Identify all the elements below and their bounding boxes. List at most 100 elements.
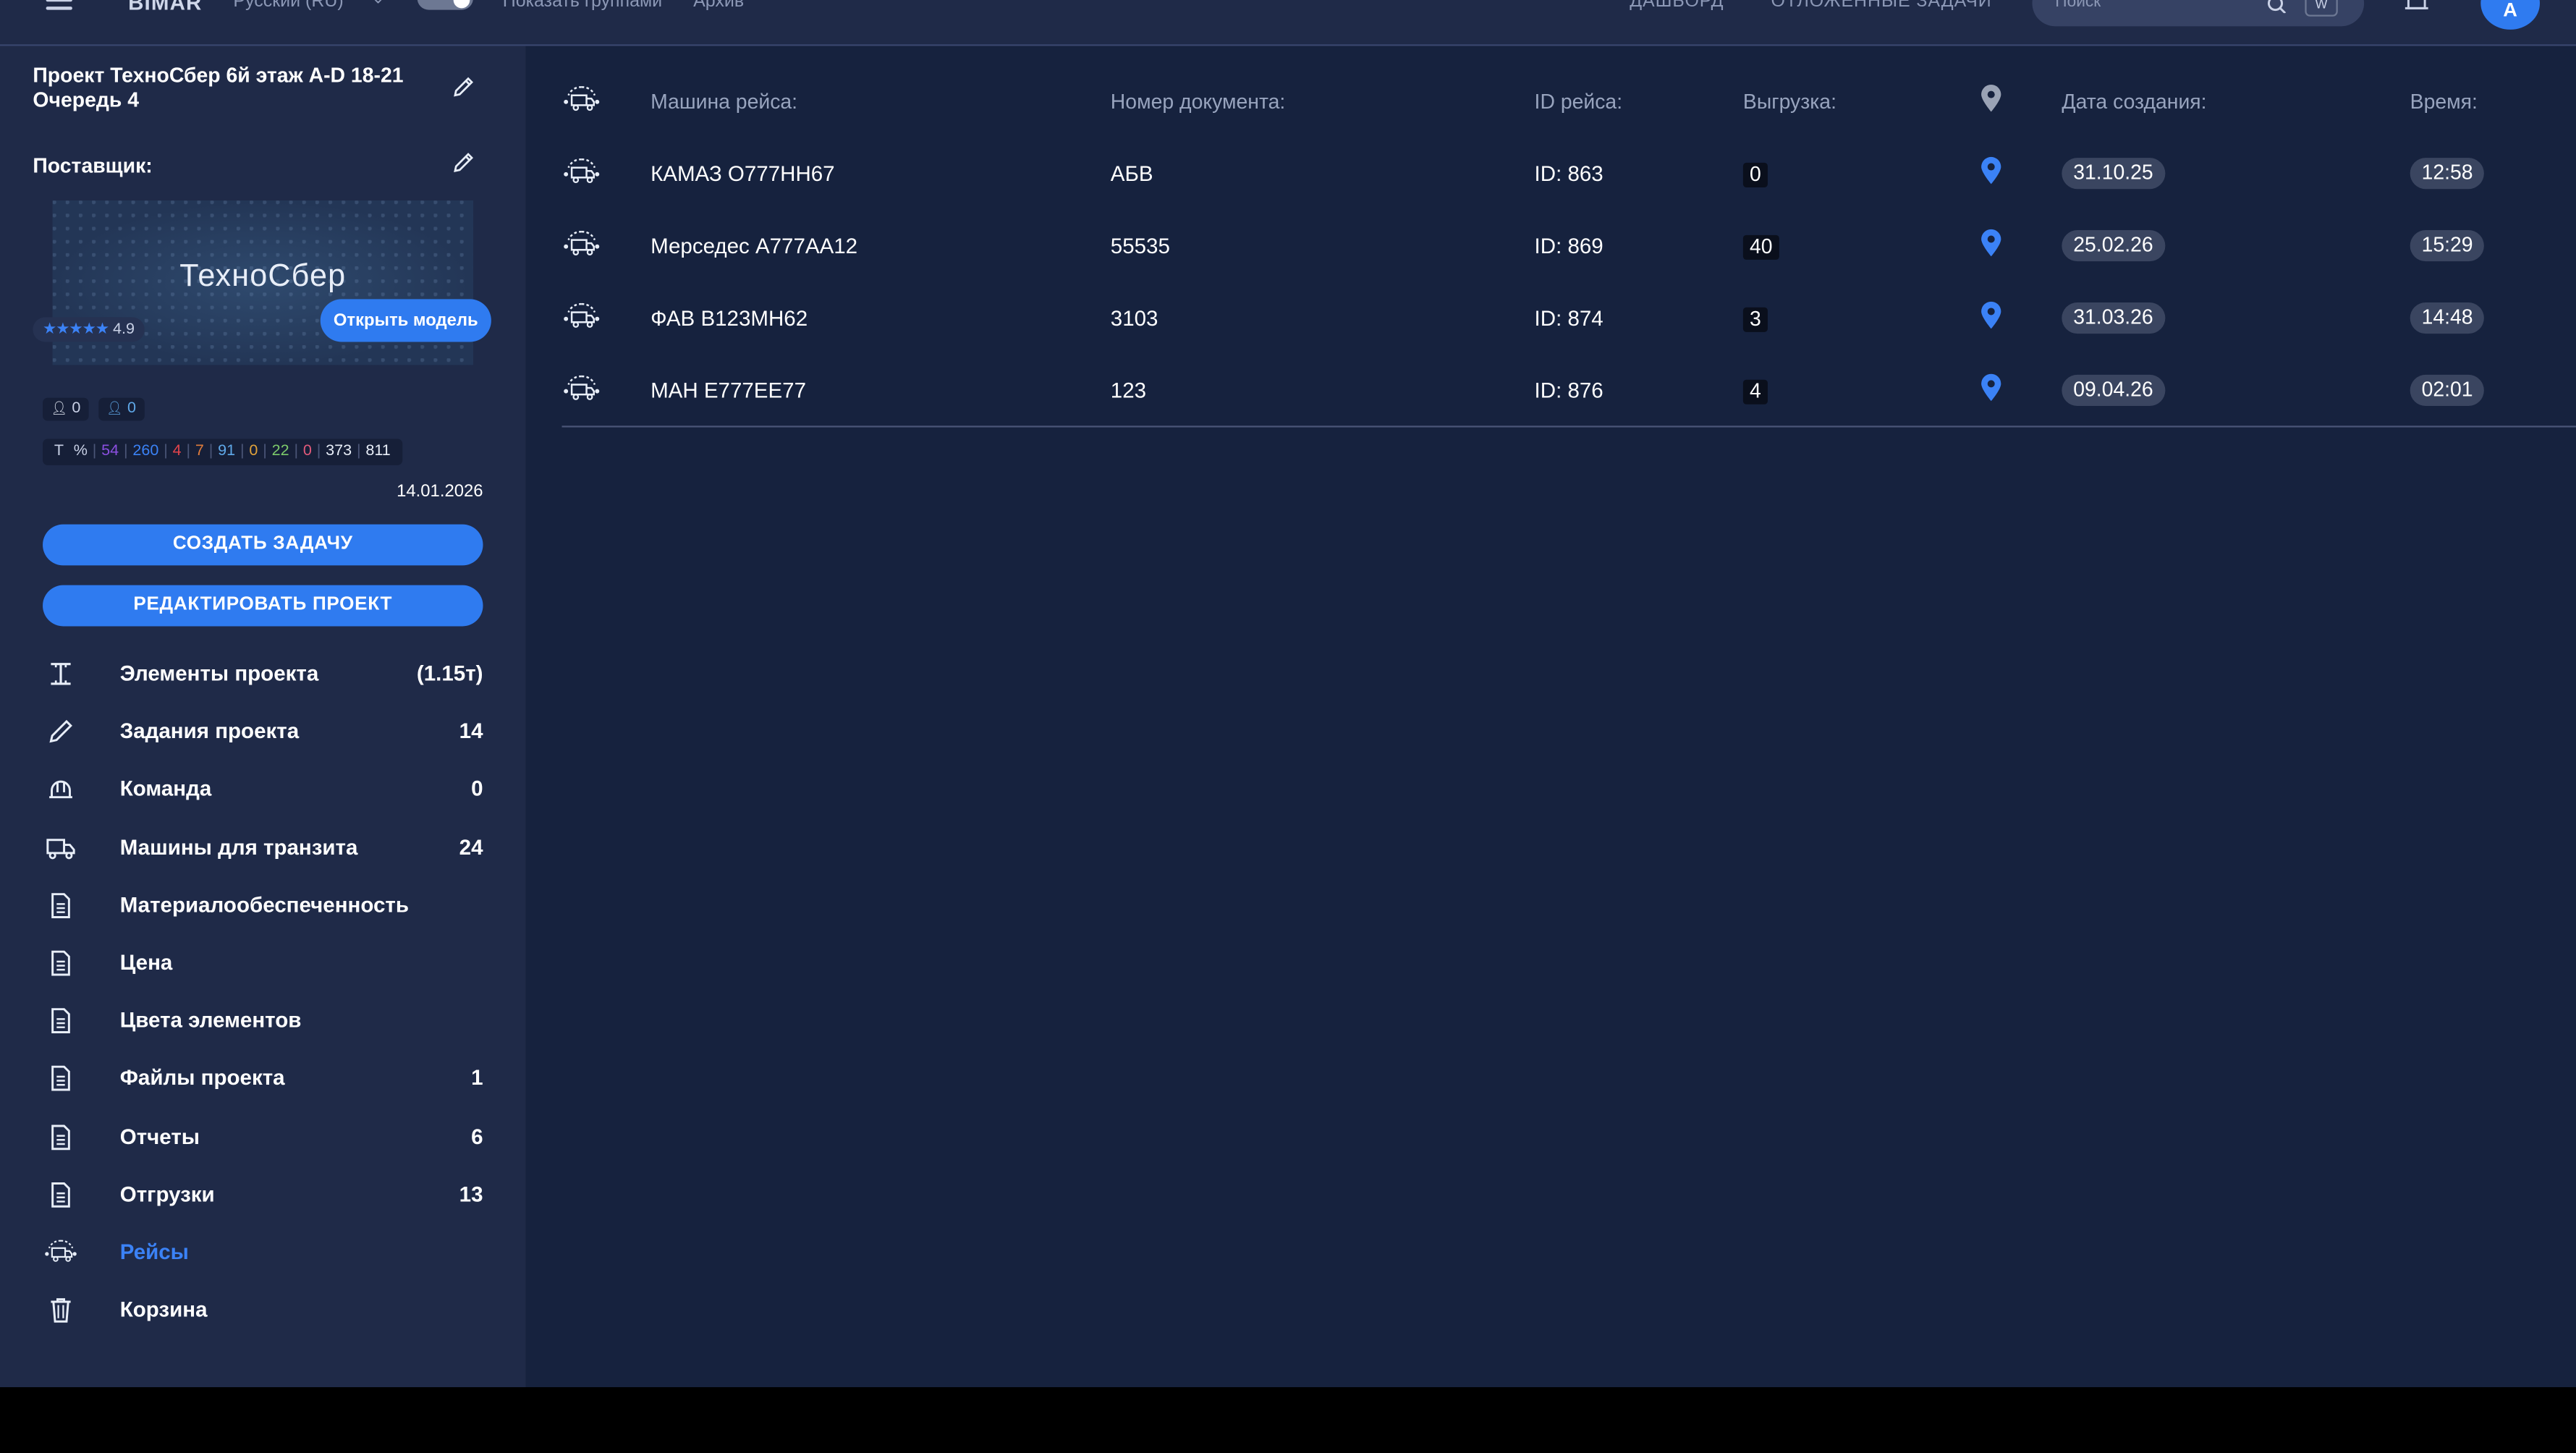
truck-route-icon[interactable] <box>562 375 601 404</box>
cell-unload: 40 <box>1742 234 1779 260</box>
document-icon <box>51 892 70 918</box>
cell-created-date: 31.10.25 <box>2062 158 2165 190</box>
location-pin-icon <box>1981 84 2001 112</box>
truck-route-icon <box>562 85 601 115</box>
sidebar-item-label: Отчеты <box>119 1123 200 1148</box>
hamburger-menu-icon[interactable] <box>46 0 72 10</box>
open-model-button[interactable]: Открыть модель <box>320 299 491 342</box>
time-pill: 14:48 <box>2410 302 2485 334</box>
cell-trip-id: ID: 869 <box>1534 233 1603 258</box>
sidebar-item-11[interactable]: Рейсы <box>33 1228 493 1277</box>
bell-icon[interactable] <box>2402 0 2431 12</box>
cell-trip-id: ID: 863 <box>1534 161 1603 186</box>
sidebar-item-6[interactable]: Цена <box>33 939 493 988</box>
cell-vehicle[interactable]: ФАВ В123МН62 <box>651 305 808 330</box>
group-toggle-label[interactable]: Показать группами <box>503 0 662 12</box>
sidebar-item-count: 1 <box>471 1065 483 1090</box>
edit-project-button[interactable]: РЕДАКТИРОВАТЬ ПРОЕКТ <box>43 585 483 627</box>
search-input[interactable] <box>2055 0 2253 12</box>
sidebar-item-5[interactable]: Материалообеспеченность <box>33 881 493 930</box>
cell-trip-id: ID: 876 <box>1534 378 1603 403</box>
date-pill: 31.03.26 <box>2062 302 2165 334</box>
language-select[interactable]: Русский (RU) <box>233 0 343 12</box>
sidebar-item-1[interactable]: Элементы проекта (1.15т) <box>33 649 493 698</box>
stat-value: 811 <box>365 442 391 461</box>
truck-route-icon[interactable] <box>562 302 601 332</box>
cell-trip-id: ID: 874 <box>1534 305 1603 331</box>
edit-project-pencil-icon[interactable] <box>450 74 476 100</box>
rating-badge: ★★★★★ 4.9 <box>33 317 145 342</box>
top-bar: BIMAR Русский (RU) ⌄ Показать группами А… <box>0 0 2576 46</box>
location-pin-icon[interactable] <box>1980 373 2003 403</box>
people-count: 0 <box>72 399 81 418</box>
supplier-label: Поставщик: <box>33 154 153 178</box>
document-icon <box>51 950 70 976</box>
people-badges: 👤︎ 0 👤︎ 0 <box>43 397 149 421</box>
trips-table-area: Машина рейса: Номер документа: ID рейса:… <box>525 46 2576 1388</box>
search-icon[interactable] <box>2266 0 2289 14</box>
truck-icon <box>46 838 75 859</box>
sidebar-item-8[interactable]: Файлы проекта 1 <box>33 1054 493 1103</box>
truck-route-icon[interactable] <box>562 230 601 260</box>
nav-dashboard-link[interactable]: ДАШБОРД <box>1630 0 1724 12</box>
archive-link[interactable]: Архив <box>693 0 744 12</box>
truck-route-icon[interactable] <box>562 158 601 187</box>
cell-document: АБВ <box>1110 161 1153 186</box>
project-title: Проект ТехноСбер 6й этаж A-D 18-21 Очере… <box>33 64 404 112</box>
sidebar-item-count: 14 <box>459 719 483 744</box>
trash-icon <box>51 1298 71 1323</box>
bottom-strip <box>0 1387 2576 1453</box>
sidebar-item-3[interactable]: Команда 0 <box>33 765 493 814</box>
create-task-button[interactable]: СОЗДАТЬ ЗАДАЧУ <box>43 524 483 566</box>
sidebar-item-2[interactable]: Задания проекта 14 <box>33 707 493 756</box>
stat-value: 0 <box>302 442 312 461</box>
cell-unload: 3 <box>1742 305 1768 332</box>
sidebar-item-10[interactable]: Отгрузки 13 <box>33 1170 493 1219</box>
location-pin-icon[interactable] <box>1980 229 2003 258</box>
date-pill: 31.10.25 <box>2062 158 2165 190</box>
stat-value: 4 <box>172 442 182 461</box>
stat-value: 0 <box>249 442 258 461</box>
cell-vehicle[interactable]: Мерседес А777АА12 <box>651 234 857 258</box>
star-rating-icon: ★★★★★ <box>43 320 109 339</box>
sidebar-item-label: Задания проекта <box>119 719 300 744</box>
header-created-date: Дата создания: <box>2062 90 2207 114</box>
stat-value: T <box>54 442 64 461</box>
sidebar-item-7[interactable]: Цвета элементов <box>33 996 493 1046</box>
location-pin-icon[interactable] <box>1980 156 2003 186</box>
cell-document: 55535 <box>1110 233 1170 258</box>
sidebar-item-4[interactable]: Машины для транзита 24 <box>33 823 493 872</box>
user-avatar[interactable]: А <box>2480 0 2541 30</box>
header-unload: Выгрузка: <box>1742 90 1836 114</box>
search-box[interactable]: W <box>2032 0 2365 27</box>
stat-value: 260 <box>132 442 159 461</box>
time-pill: 15:29 <box>2410 230 2485 262</box>
i-beam-icon <box>51 663 71 685</box>
sidebar-item-9[interactable]: Отчеты 6 <box>33 1112 493 1161</box>
sidebar-item-label: Рейсы <box>119 1239 189 1264</box>
chevron-down-icon[interactable]: ⌄ <box>371 0 385 8</box>
table-divider <box>562 425 2576 428</box>
sidebar-item-count: (1.15т) <box>416 661 483 686</box>
hard-hat-icon <box>49 781 72 800</box>
sidebar-item-label: Файлы проекта <box>119 1065 285 1090</box>
stat-value: 54 <box>101 442 119 461</box>
cell-vehicle[interactable]: КАМАЗ О777НН67 <box>651 161 835 186</box>
stat-value: 7 <box>195 442 204 461</box>
location-pin-icon[interactable] <box>1980 301 2003 331</box>
cell-vehicle[interactable]: МАН Е777ЕЕ77 <box>651 378 806 402</box>
truck-route-icon <box>41 1240 80 1266</box>
edit-supplier-pencil-icon[interactable] <box>450 150 476 176</box>
person-icon: 👤︎ <box>51 401 68 416</box>
sidebar-item-12[interactable]: Корзина <box>33 1286 493 1335</box>
cell-time: 15:29 <box>2410 230 2485 262</box>
people-badge: 👤︎ 0 <box>98 397 145 421</box>
people-badge: 👤︎ 0 <box>43 397 89 421</box>
stats-row: T% | 54 | 260 | 4 | 7 | 91 | 0 | 22 | 0 | 373 | 811 <box>43 439 402 465</box>
nav-deferred-tasks-link[interactable]: ОТЛОЖЕННЫЕ ЗАДАЧИ <box>1771 0 1991 12</box>
sidebar-item-label: Материалообеспеченность <box>119 891 410 918</box>
group-toggle-switch[interactable] <box>417 0 473 10</box>
sidebar-item-label: Корзина <box>119 1297 208 1322</box>
document-icon <box>51 1066 70 1092</box>
date-pill: 09.04.26 <box>2062 374 2165 407</box>
